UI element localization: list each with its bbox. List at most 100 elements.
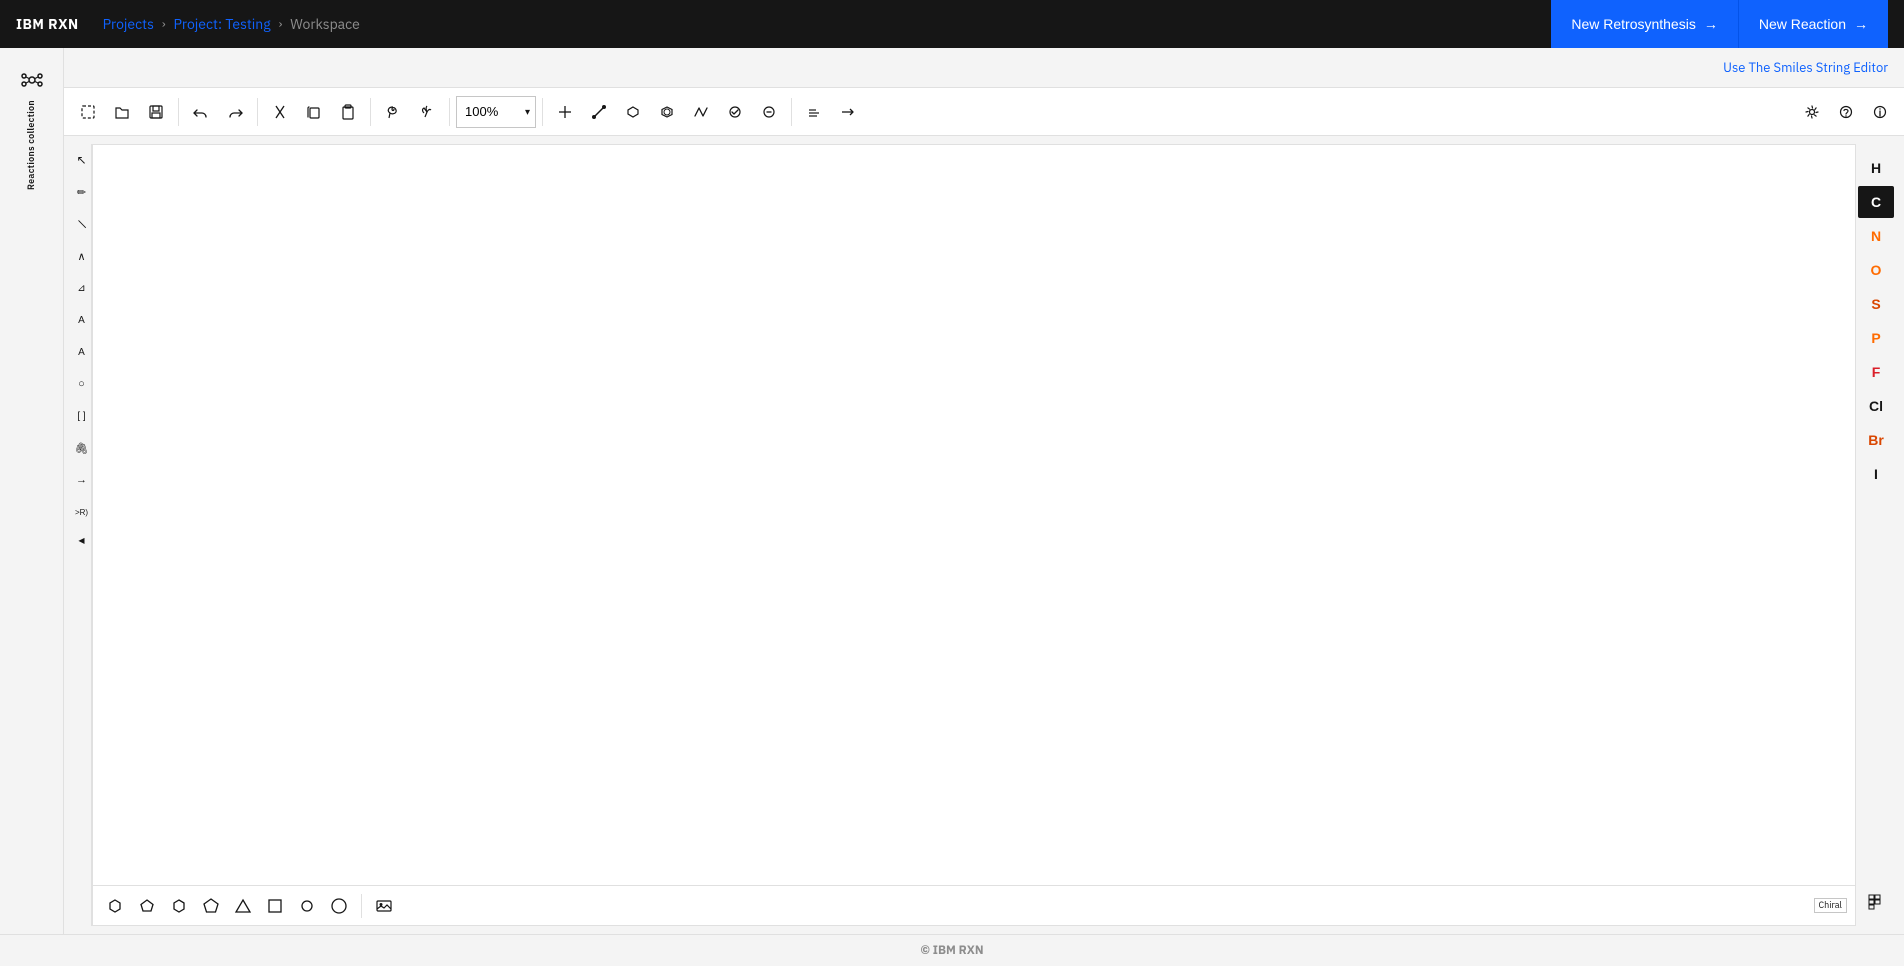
chain-tool-button[interactable] (685, 96, 717, 128)
element-F[interactable]: F (1858, 356, 1894, 388)
sidebar-item-reactions-collection[interactable]: Reactions collection (16, 60, 48, 202)
lasso-icon (385, 104, 401, 120)
sidebar-left: Reactions collection (0, 48, 64, 934)
element-P[interactable]: P (1858, 322, 1894, 354)
element-H[interactable]: H (1858, 152, 1894, 184)
small-circle-icon (298, 897, 316, 915)
circle-tool[interactable]: ○ (74, 376, 90, 392)
settings-button[interactable] (1796, 96, 1828, 128)
undo-icon (193, 104, 209, 120)
new-retrosynthesis-label: New Retrosynthesis (1571, 16, 1696, 32)
cut-button[interactable] (264, 96, 296, 128)
new-reaction-button[interactable]: New Reaction → (1738, 0, 1888, 48)
v-tool[interactable]: ∧ (74, 248, 90, 264)
element-S[interactable]: S (1858, 288, 1894, 320)
measure-tool[interactable]: ⊿ (74, 280, 90, 296)
large-circle-icon (330, 897, 348, 915)
ring-tool-button[interactable] (617, 96, 649, 128)
template-button[interactable] (798, 96, 830, 128)
benzene-button[interactable] (651, 96, 683, 128)
element-N[interactable]: N (1858, 220, 1894, 252)
redo-icon (227, 104, 243, 120)
arrow-icon-2: → (1854, 16, 1868, 32)
element-C[interactable]: C (1858, 186, 1894, 218)
zoom-control[interactable]: 50% 75% 100% 125% 150% 200% ▾ (456, 96, 536, 128)
image-button[interactable] (370, 892, 398, 920)
text-tool-a[interactable]: A (74, 312, 90, 328)
logo-rxn: RXN (48, 15, 79, 33)
element-I[interactable]: I (1858, 458, 1894, 490)
arrow-tool[interactable]: → (74, 472, 90, 488)
strip-expand-arrow[interactable]: ◀ (78, 536, 84, 546)
image-icon (375, 897, 393, 915)
element-O[interactable]: O (1858, 254, 1894, 286)
open-file-button[interactable] (106, 96, 138, 128)
benzene-ring-button[interactable] (165, 892, 193, 920)
cyclohexane-button[interactable] (101, 892, 129, 920)
add-atom-button[interactable] (549, 96, 581, 128)
save-button[interactable] (140, 96, 172, 128)
toolbar-separator-3 (370, 98, 371, 126)
atom-select-icon (419, 104, 435, 120)
zoom-select[interactable]: 50% 75% 100% 125% 150% 200% (456, 96, 536, 128)
benzene-icon (659, 104, 675, 120)
benzene-ring-icon (170, 897, 188, 915)
info-icon (1872, 104, 1888, 120)
large-circle-button[interactable] (325, 892, 353, 920)
pentagon-button[interactable] (197, 892, 225, 920)
help-icon (1838, 104, 1854, 120)
check-tool-button[interactable] (719, 96, 751, 128)
canvas-area[interactable]: Chiral (92, 144, 1856, 926)
app-logo[interactable]: IBM RXN (16, 15, 79, 33)
drawing-canvas[interactable] (93, 145, 1855, 885)
clip-tool[interactable]: 🖇 (74, 440, 90, 456)
canvas-wrapper: ↖ ✏ | ∧ ⊿ A A ○ [ ] 🖇 → >R) ◀ (64, 136, 1904, 934)
content-area: Use The Smiles String Editor (64, 48, 1904, 934)
toolbar-separator-6 (791, 98, 792, 126)
triangle-button[interactable] (229, 892, 257, 920)
element-Cl[interactable]: Cl (1858, 390, 1894, 422)
redo-button[interactable] (219, 96, 251, 128)
nav-project-testing[interactable]: Project: Testing (174, 15, 271, 33)
r-group-tool[interactable]: >R) (74, 504, 90, 520)
element-Br[interactable]: Br (1858, 424, 1894, 456)
undo-button[interactable] (185, 96, 217, 128)
main-layout: Reactions collection Use The Smiles Stri… (0, 48, 1904, 934)
reaction-arrow-button[interactable] (832, 96, 864, 128)
paste-icon (340, 104, 356, 120)
new-retrosynthesis-button[interactable]: New Retrosynthesis → (1551, 0, 1738, 48)
cyclopentane-button[interactable] (133, 892, 161, 920)
pencil-tool[interactable]: ✏ (74, 184, 90, 200)
cyclohexane-icon (106, 897, 124, 915)
nav-workspace[interactable]: Workspace (290, 15, 360, 33)
lasso-tool-button[interactable] (377, 96, 409, 128)
bracket-tool[interactable]: [ ] (74, 408, 90, 424)
nav-projects[interactable]: Projects (103, 15, 154, 33)
chiral-badge[interactable]: Chiral (1814, 898, 1847, 913)
square-button[interactable] (261, 892, 289, 920)
triangle-icon (234, 897, 252, 915)
pentagon-icon (202, 897, 220, 915)
atom-select-button[interactable] (411, 96, 443, 128)
select-tool-button[interactable] (72, 96, 104, 128)
copy-button[interactable] (298, 96, 330, 128)
bond-tool-button[interactable] (583, 96, 615, 128)
footer-rxn: RXN (959, 943, 984, 958)
text-tool-a2[interactable]: A (74, 344, 90, 360)
reactions-collection-icon (20, 68, 44, 92)
pointer-tool[interactable]: ↖ (74, 152, 90, 168)
toolbar-separator-5 (542, 98, 543, 126)
footer: © IBM RXN (0, 934, 1904, 966)
chevron-icon: › (162, 17, 166, 32)
line-tool[interactable]: | (70, 213, 93, 236)
paste-button[interactable] (332, 96, 364, 128)
check-icon (727, 104, 743, 120)
delete-button[interactable] (753, 96, 785, 128)
main-toolbar: 50% 75% 100% 125% 150% 200% ▾ (64, 88, 1904, 136)
periodic-table-button[interactable] (1860, 886, 1892, 918)
small-circle-button[interactable] (293, 892, 321, 920)
help-button[interactable] (1830, 96, 1862, 128)
info-button[interactable] (1864, 96, 1896, 128)
square-icon (266, 897, 284, 915)
smiles-editor-link[interactable]: Use The Smiles String Editor (1723, 59, 1888, 76)
